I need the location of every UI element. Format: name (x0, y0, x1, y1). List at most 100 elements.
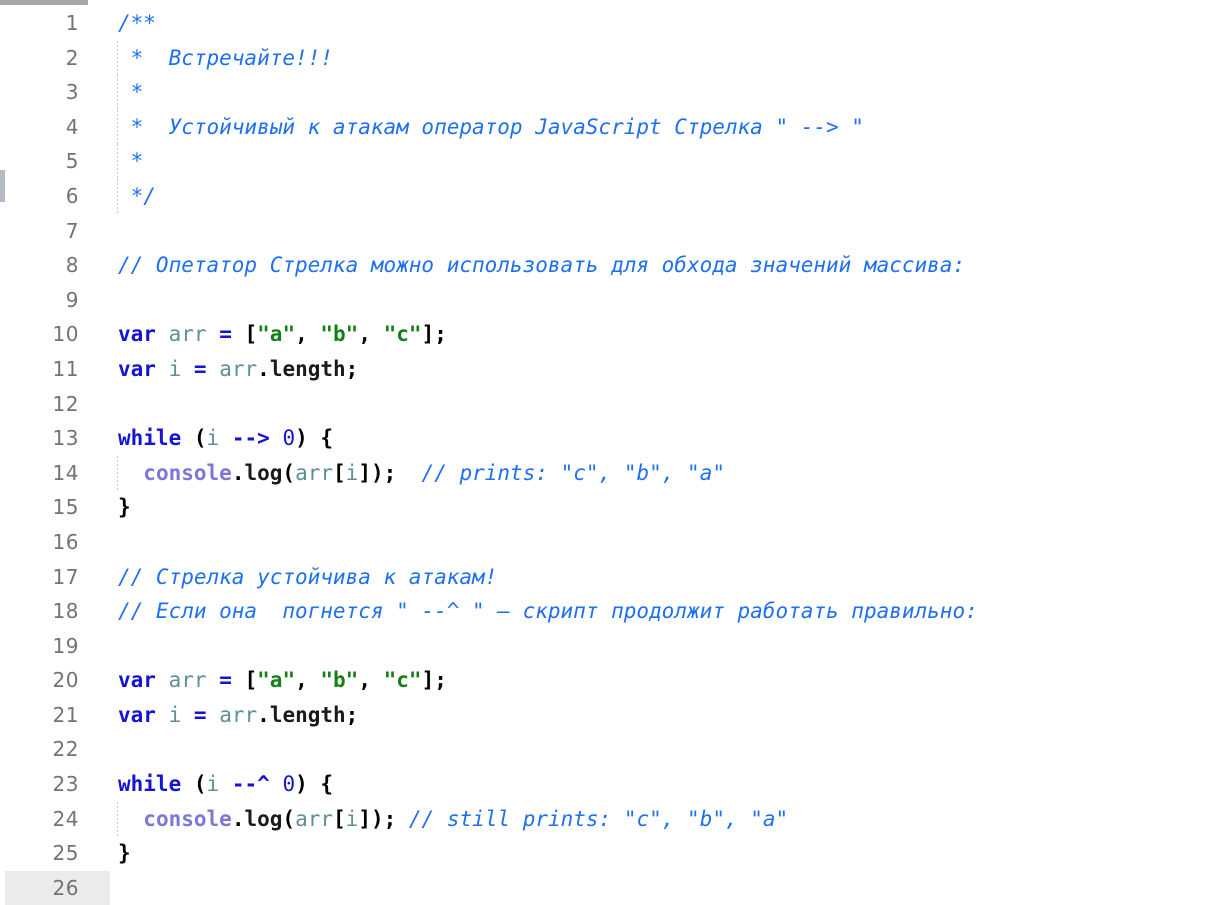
code-line[interactable]: 19 (5, 629, 1224, 664)
code-line[interactable]: 23 while (i --^ 0) { (5, 767, 1224, 802)
code-line[interactable]: 5 * (5, 144, 1224, 179)
token-ident: i (345, 460, 359, 485)
code-line-content[interactable]: * Устойчивый к атакам оператор JavaScrip… (118, 110, 864, 145)
token-punc: ) { (295, 426, 334, 451)
code-line-content[interactable]: var arr = ["a", "b", "c"]; (118, 663, 447, 698)
line-number: 19 (52, 633, 79, 658)
code-line[interactable]: 11 var i = arr.length; (5, 352, 1224, 387)
token-prop: length (269, 702, 346, 727)
code-line[interactable]: 16 (5, 525, 1224, 560)
token-ident: i (206, 772, 220, 797)
line-number: 6 (65, 183, 79, 208)
code-line-content[interactable]: var i = arr.length; (118, 698, 358, 733)
token-num: 0 (282, 772, 296, 797)
line-number: 10 (52, 322, 79, 347)
token-punc: ]; (421, 322, 447, 347)
token-ident: arr (219, 702, 258, 727)
token-punc: ]; (421, 668, 447, 693)
code-line[interactable]: 10 var arr = ["a", "b", "c"]; (5, 317, 1224, 352)
code-line-content[interactable]: // Опетатор Стрелка можно использовать д… (118, 248, 965, 283)
line-number: 8 (65, 253, 79, 278)
code-line-content[interactable]: // Стрелка устойчива к атакам! (118, 560, 497, 595)
token-comment: // Если она погнется " --^ " — скрипт пр… (118, 599, 978, 624)
token-punc: ; (345, 356, 359, 381)
code-line-content[interactable]: } (118, 836, 131, 871)
code-line-content[interactable]: while (i --^ 0) { (118, 767, 333, 802)
code-line[interactable]: 12 (5, 387, 1224, 422)
token-punc: ) { (295, 772, 334, 797)
code-line-content[interactable]: } (118, 490, 131, 525)
token-global: console (143, 806, 232, 831)
code-line-content[interactable]: /** (118, 6, 156, 41)
token-punc: . (257, 702, 270, 727)
code-line-content[interactable]: * (118, 144, 144, 179)
code-line-content[interactable]: var arr = ["a", "b", "c"]; (118, 317, 447, 352)
code-line-content[interactable]: var i = arr.length; (118, 352, 358, 387)
code-line-content[interactable]: */ (118, 179, 156, 214)
code-text-area[interactable]: 1/** 2 * Встречайте!!! 3 * 4 * Устойчивый к… (5, 5, 1224, 905)
code-line-content[interactable]: console.log(arr[i]); // still prints: "c… (118, 802, 788, 837)
code-line-content[interactable]: // Если она погнется " --^ " — скрипт пр… (118, 594, 978, 629)
line-number: 24 (52, 806, 79, 831)
code-line[interactable]: 18 // Если она погнется " --^ " — скрипт … (5, 594, 1224, 629)
code-line-content[interactable]: while (i --> 0) { (118, 421, 333, 456)
code-line[interactable]: 9 (5, 283, 1224, 318)
code-line-content[interactable]: * (118, 75, 144, 110)
token-comment: // prints: "c", "b", "a" (421, 460, 725, 485)
code-line[interactable]: 24 console.log(arr[i]); // still prints:… (5, 801, 1224, 837)
code-line[interactable]: 8 // Опетатор Стрелка можно использовать … (5, 248, 1224, 283)
code-line[interactable]: 22 (5, 732, 1224, 767)
code-line[interactable]: 25} (5, 836, 1224, 871)
line-number: 3 (65, 80, 79, 105)
code-line[interactable]: 26 (5, 870, 1224, 905)
code-line[interactable]: 1 /** (5, 6, 1224, 41)
token-ident: arr (295, 460, 333, 485)
line-number: 7 (65, 218, 79, 243)
token-comment: * (118, 80, 144, 105)
token-punc: [ (333, 806, 346, 831)
line-number: 12 (52, 391, 79, 416)
code-line-content[interactable]: * Встречайте!!! (118, 41, 333, 76)
line-number: 26 (5, 870, 110, 905)
code-line[interactable]: 17 // Стрелка устойчива к атакам! (5, 560, 1224, 595)
code-line[interactable]: 15} (5, 490, 1224, 525)
code-line[interactable]: 3 * (5, 75, 1224, 110)
line-number: 11 (52, 356, 79, 381)
code-line[interactable]: 13 while (i --> 0) { (5, 421, 1224, 456)
code-line-content[interactable]: console.log(arr[i]); // prints: "c", "b"… (118, 456, 725, 491)
code-line[interactable]: 21 var i = arr.length; (5, 698, 1224, 733)
token-ident: arr (219, 356, 258, 381)
code-editor: 1/** 2 * Встречайте!!! 3 * 4 * Устойчивый к… (0, 0, 1224, 905)
token-op: = (193, 702, 207, 727)
line-number: 23 (52, 772, 79, 797)
code-line[interactable]: 2 * Встречайте!!! (5, 40, 1224, 76)
token-op: --> (231, 426, 270, 451)
line-number: 18 (52, 599, 79, 624)
line-number: 25 (52, 841, 79, 866)
line-number: 1 (65, 11, 79, 35)
code-line[interactable]: 7 (5, 214, 1224, 249)
token-punc: [ (333, 460, 346, 485)
line-number: 21 (52, 702, 79, 727)
code-line[interactable]: 4 * Устойчивый к атакам оператор JavaScr… (5, 109, 1224, 145)
token-str: "b" (320, 322, 359, 347)
line-number: 9 (65, 287, 79, 312)
token-comment: // Стрелка устойчива к атакам! (118, 564, 498, 589)
token-punc: , (295, 668, 321, 693)
token-prop: log (244, 806, 283, 831)
code-line[interactable]: 6 */ (5, 178, 1224, 214)
code-line[interactable]: 14 console.log(arr[i]); // prints: "c", … (5, 455, 1224, 491)
token-op: = (219, 322, 232, 347)
token-punc: [ (244, 668, 258, 693)
code-line[interactable]: 20 var arr = ["a", "b", "c"]; (5, 663, 1224, 698)
